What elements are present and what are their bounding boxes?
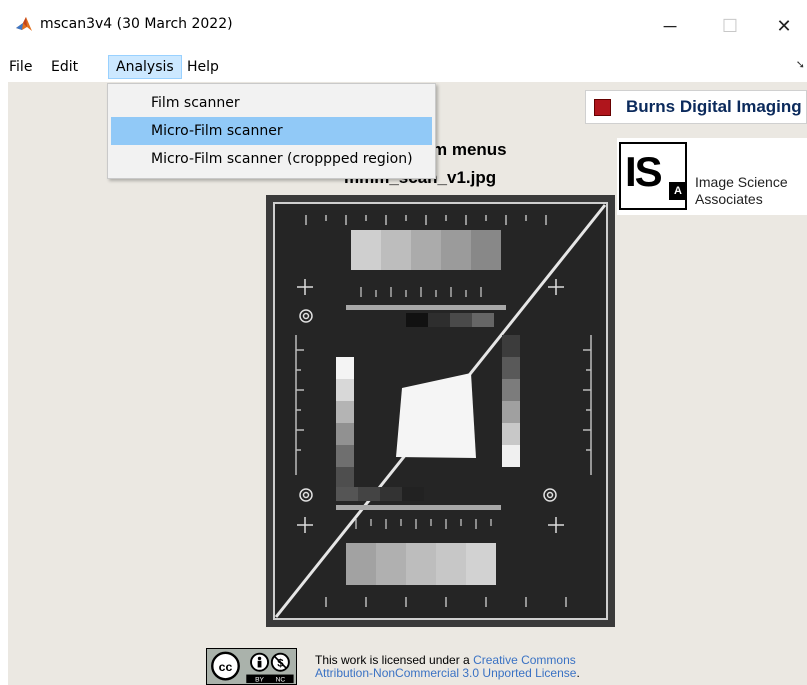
menu-file[interactable]: File (2, 55, 39, 79)
burns-logo-text: Burns Digital Imaging (626, 97, 802, 116)
menu-item-micro-film-scanner[interactable]: Micro-Film scanner (111, 117, 432, 145)
maximize-button[interactable]: ☐ (707, 0, 753, 52)
maximize-icon: ☐ (721, 15, 739, 36)
isa-mark: IS A (619, 142, 687, 210)
isa-mark-sub: A (669, 182, 687, 200)
burns-logo: Burns Digital Imaging (585, 90, 807, 124)
menu-help[interactable]: Help (180, 55, 226, 79)
menu-analysis[interactable]: Analysis (108, 55, 182, 79)
microfilm-target-image (266, 195, 615, 627)
menu-item-micro-film-scanner-cropped[interactable]: Micro-Film scanner (croppped region) (111, 145, 432, 173)
license-text: This work is licensed under a Creative C… (315, 654, 580, 680)
svg-text:cc: cc (219, 660, 233, 674)
license-prefix: This work is licensed under a (315, 653, 474, 667)
figure-heading-line1: m menus (432, 140, 507, 159)
burns-mark-icon (594, 99, 611, 116)
close-button[interactable]: ✕ (761, 0, 807, 52)
close-icon: ✕ (776, 15, 792, 36)
license-suffix: . (576, 666, 580, 680)
isa-line1: Image Science (695, 174, 788, 190)
title-bar: mscan3v4 (30 March 2022) ─ ☐ ✕ (0, 0, 807, 52)
license-link-attribution[interactable]: Attribution-NonCommercial 3.0 Unported L… (315, 666, 576, 680)
isa-logo: IS A Image Science Associates (617, 138, 807, 215)
matlab-icon (14, 14, 34, 34)
cc-by-nc-badge-icon[interactable]: cc $ BY NC (206, 648, 297, 685)
menu-item-film-scanner[interactable]: Film scanner (111, 89, 432, 117)
menu-edit[interactable]: Edit (44, 55, 85, 79)
pin-icon[interactable]: ➘ (796, 58, 805, 71)
minimize-icon: ─ (663, 15, 677, 36)
minimize-button[interactable]: ─ (647, 0, 693, 52)
window-title: mscan3v4 (30 March 2022) (40, 16, 233, 32)
license-link-cc[interactable]: Creative Commons (473, 653, 576, 667)
analysis-dropdown-menu: Film scanner Micro-Film scanner Micro-Fi… (107, 83, 436, 179)
svg-text:NC: NC (276, 677, 286, 684)
svg-text:BY: BY (255, 677, 264, 684)
menu-bar: File Edit Analysis Help ➘ (0, 52, 807, 82)
isa-line2: Associates (695, 191, 763, 207)
isa-mark-text: IS (625, 148, 663, 195)
